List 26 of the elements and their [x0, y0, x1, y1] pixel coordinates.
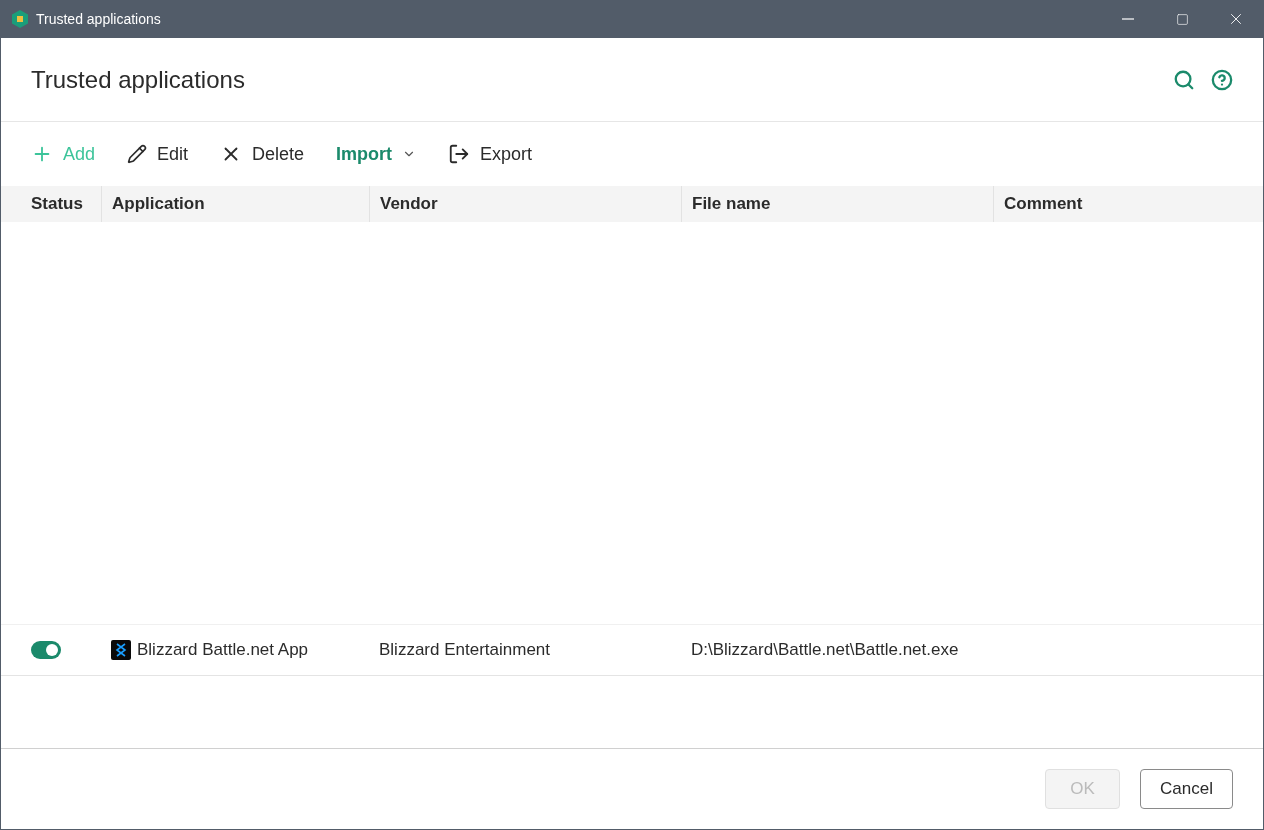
cancel-button[interactable]: Cancel	[1140, 769, 1233, 809]
page-title: Trusted applications	[31, 65, 246, 94]
column-header[interactable]: Comment	[993, 186, 1263, 222]
export-icon	[448, 143, 471, 165]
search-icon	[1173, 68, 1195, 91]
pencil-icon	[127, 144, 148, 164]
edit-button[interactable]: Edit	[127, 143, 189, 165]
help-button[interactable]	[1211, 68, 1233, 91]
window-title: Trusted applications	[36, 11, 162, 27]
table-cell: Blizzard Entertainment	[379, 640, 551, 660]
column-header[interactable]: File name	[681, 186, 993, 222]
table-cell: D:\Blizzard\Battle.net\Battle.net.exe	[691, 640, 959, 660]
column-header[interactable]: Application	[101, 186, 369, 222]
table-cell: Blizzard Battle.net App	[137, 640, 309, 660]
maximize-icon	[1175, 12, 1189, 26]
export-button[interactable]: Export	[448, 143, 533, 165]
help-icon	[1211, 68, 1233, 91]
search-button[interactable]	[1173, 68, 1195, 91]
app-logo-icon	[11, 10, 29, 28]
import-dropdown[interactable]: Import	[336, 143, 417, 165]
minimize-icon	[1122, 18, 1134, 20]
delete-button[interactable]: Delete	[220, 143, 305, 165]
status-toggle[interactable]	[31, 641, 61, 659]
column-header[interactable]: Status	[1, 186, 101, 222]
app-icon	[111, 640, 131, 660]
column-header[interactable]: Vendor	[369, 186, 681, 222]
